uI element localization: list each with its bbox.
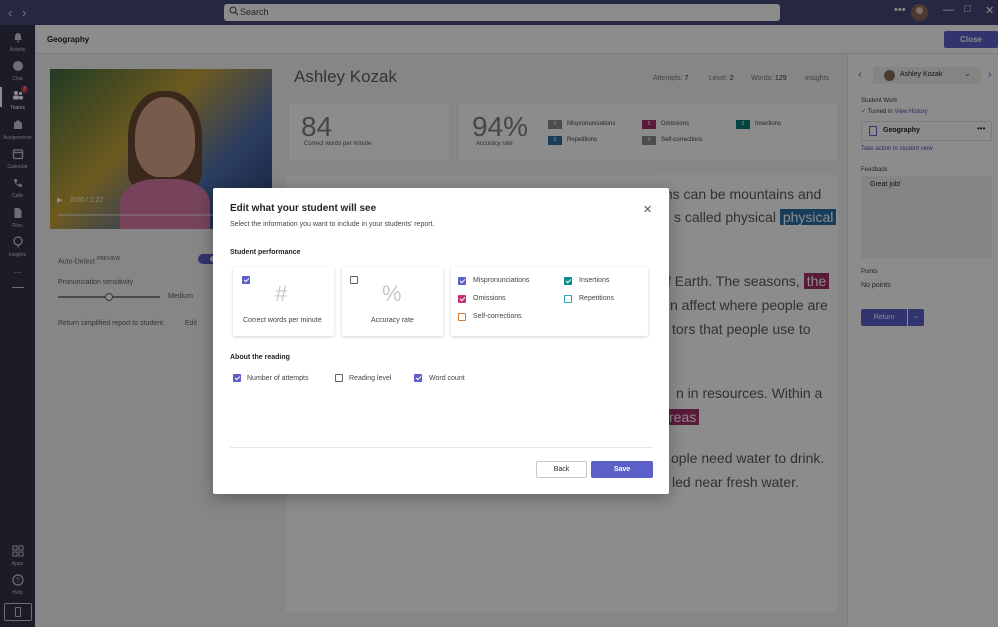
accuracy-checkbox[interactable] bbox=[350, 276, 358, 284]
mispronunciations-option-label: Mispronunciations bbox=[473, 277, 530, 284]
mispronunciations-checkbox[interactable] bbox=[458, 277, 466, 285]
dialog-subtitle: Select the information you want to inclu… bbox=[230, 221, 435, 228]
wpm-option-card[interactable]: # Correct words per minute bbox=[233, 267, 334, 336]
edit-report-dialog: Edit what your student will see ✕ Select… bbox=[213, 188, 669, 494]
wpm-option-label: Correct words per minute bbox=[243, 317, 322, 324]
dialog-title: Edit what your student will see bbox=[230, 203, 377, 214]
attempts-option-label: Number of attempts bbox=[247, 375, 309, 382]
wpm-checkbox[interactable] bbox=[242, 276, 250, 284]
word-count-option-label: Word count bbox=[429, 375, 465, 382]
repetitions-checkbox[interactable] bbox=[564, 295, 572, 303]
reading-level-checkbox[interactable] bbox=[335, 374, 343, 382]
omissions-checkbox[interactable] bbox=[458, 295, 466, 303]
self-corrections-option-label: Self-corrections bbox=[473, 313, 522, 320]
save-button[interactable]: Save bbox=[591, 461, 653, 478]
self-corrections-checkbox[interactable] bbox=[458, 313, 466, 321]
word-count-checkbox[interactable] bbox=[414, 374, 422, 382]
repetitions-option-label: Repetitions bbox=[579, 295, 615, 302]
hash-icon: # bbox=[275, 281, 288, 306]
attempts-checkbox[interactable] bbox=[233, 374, 241, 382]
reading-level-option-label: Reading level bbox=[349, 375, 392, 382]
percent-icon: % bbox=[382, 281, 402, 306]
errors-option-card: Mispronunciations Insertions Omissions R… bbox=[451, 267, 648, 336]
about-reading-heading: About the reading bbox=[230, 354, 290, 361]
accuracy-option-label: Accuracy rate bbox=[371, 317, 414, 324]
close-icon[interactable]: ✕ bbox=[643, 203, 652, 216]
insertions-option-label: Insertions bbox=[579, 277, 610, 284]
insertions-checkbox[interactable] bbox=[564, 277, 572, 285]
student-performance-heading: Student performance bbox=[230, 249, 301, 256]
back-button[interactable]: Back bbox=[536, 461, 587, 478]
divider bbox=[230, 447, 653, 448]
omissions-option-label: Omissions bbox=[473, 295, 506, 302]
accuracy-option-card[interactable]: % Accuracy rate bbox=[342, 267, 443, 336]
